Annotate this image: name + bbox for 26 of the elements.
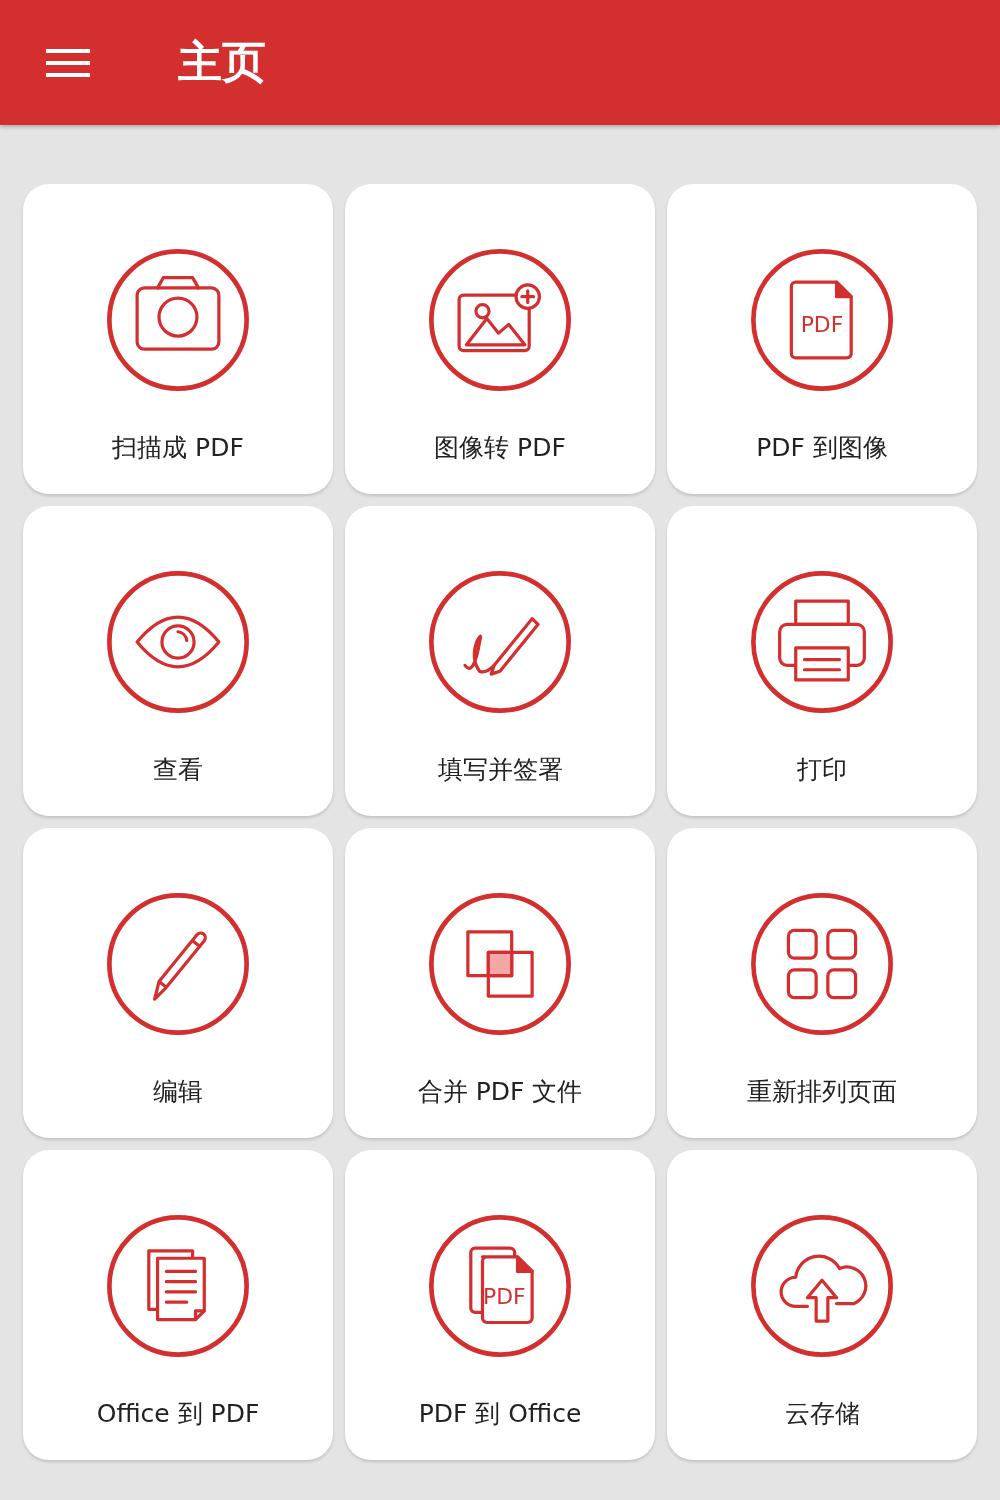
tool-tile[interactable]: 打印 — [667, 506, 977, 816]
cloud-upload-icon — [749, 1213, 895, 1359]
tool-tile[interactable]: 合并 PDF 文件 — [345, 828, 655, 1138]
printer-icon — [749, 569, 895, 715]
signature-icon — [427, 569, 573, 715]
menu-icon[interactable] — [46, 47, 90, 78]
page-title: 主页 — [178, 35, 266, 89]
pencil-icon — [105, 891, 251, 1037]
pdf-files-icon: PDF — [427, 1213, 573, 1359]
tool-tile[interactable]: PDF PDF 到图像 — [667, 184, 977, 494]
image-plus-icon — [427, 247, 573, 393]
tool-tile[interactable]: 重新排列页面 — [667, 828, 977, 1138]
eye-icon — [105, 569, 251, 715]
grid-icon — [749, 891, 895, 1037]
tool-tile[interactable]: 查看 — [23, 506, 333, 816]
pdf-file-icon: PDF — [749, 247, 895, 393]
tool-tile[interactable]: 编辑 — [23, 828, 333, 1138]
tool-tile[interactable]: 填写并签署 — [345, 506, 655, 816]
overlapping-squares-icon — [427, 891, 573, 1037]
documents-icon — [105, 1213, 251, 1359]
tool-tile[interactable]: Office 到 PDF — [23, 1150, 333, 1460]
tool-tile[interactable]: PDF PDF 到 Office — [345, 1150, 655, 1460]
tool-tile[interactable]: 云存储 — [667, 1150, 977, 1460]
tool-tile[interactable]: 扫描成 PDF — [23, 184, 333, 494]
camera-icon — [105, 247, 251, 393]
tool-tile[interactable]: 图像转 PDF — [345, 184, 655, 494]
